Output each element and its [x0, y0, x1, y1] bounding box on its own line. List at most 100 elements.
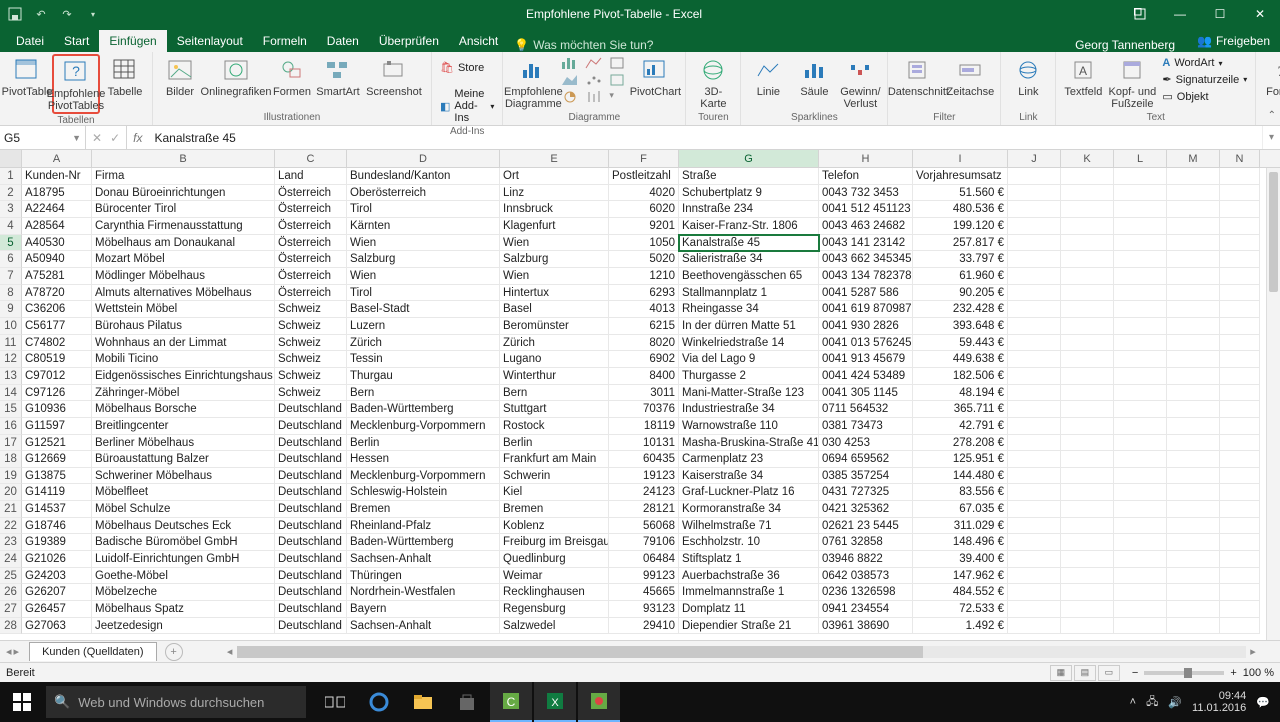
zoom-in-button[interactable]: +	[1230, 667, 1236, 679]
tab-seitenlayout[interactable]: Seitenlayout	[167, 30, 253, 52]
cell[interactable]: Mödlinger Möbelhaus	[92, 268, 275, 285]
cell[interactable]: A18795	[22, 185, 92, 202]
cell[interactable]	[1220, 301, 1260, 318]
collapse-ribbon-icon[interactable]: ⌃	[1268, 110, 1276, 121]
cell[interactable]	[1220, 385, 1260, 402]
row-header[interactable]: 11	[0, 335, 22, 352]
wordart-button[interactable]: AWordArt▾	[1160, 56, 1249, 70]
cell[interactable]: Schweiz	[275, 335, 347, 352]
sparkline-linie-button[interactable]: Linie	[747, 54, 789, 98]
chart-stock-icon[interactable]	[585, 90, 603, 104]
cell[interactable]	[1061, 235, 1114, 252]
cell[interactable]	[1167, 551, 1220, 568]
cell[interactable]	[1220, 618, 1260, 635]
cell[interactable]: 18119	[609, 418, 679, 435]
cell[interactable]: Thüringen	[347, 568, 500, 585]
cell[interactable]: G26207	[22, 584, 92, 601]
cell[interactable]	[1114, 218, 1167, 235]
column-header-N[interactable]: N	[1220, 150, 1260, 167]
cell[interactable]	[1220, 484, 1260, 501]
cell[interactable]	[1114, 285, 1167, 302]
cell[interactable]: Deutschland	[275, 501, 347, 518]
cell[interactable]: 0236 1326598	[819, 584, 913, 601]
clock[interactable]: 09:4411.01.2016	[1192, 690, 1246, 714]
row-header[interactable]: 24	[0, 551, 22, 568]
cell[interactable]: Rostock	[500, 418, 609, 435]
cell[interactable]	[1167, 268, 1220, 285]
cell[interactable]	[1114, 551, 1167, 568]
cell[interactable]: 67.035 €	[913, 501, 1008, 518]
cell[interactable]	[1008, 568, 1061, 585]
cell[interactable]: 0041 619 870987	[819, 301, 913, 318]
cell[interactable]	[1167, 168, 1220, 185]
cell[interactable]	[1220, 201, 1260, 218]
cell[interactable]: 311.029 €	[913, 518, 1008, 535]
cell[interactable]: Carynthia Firmenausstattung	[92, 218, 275, 235]
cell[interactable]: G19389	[22, 534, 92, 551]
cell[interactable]	[1008, 235, 1061, 252]
cell[interactable]	[1008, 468, 1061, 485]
cell[interactable]	[1114, 401, 1167, 418]
row-header[interactable]: 12	[0, 351, 22, 368]
name-box[interactable]: G5▼	[0, 126, 86, 149]
cell[interactable]	[1114, 435, 1167, 452]
cell[interactable]: 0431 727325	[819, 484, 913, 501]
cell[interactable]	[1061, 534, 1114, 551]
cell[interactable]	[1220, 351, 1260, 368]
cell[interactable]: Berliner Möbelhaus	[92, 435, 275, 452]
cell[interactable]	[1167, 185, 1220, 202]
cell[interactable]: Auerbachstraße 36	[679, 568, 819, 585]
cell[interactable]: 0421 325362	[819, 501, 913, 518]
zoom-out-button[interactable]: −	[1132, 667, 1138, 679]
empfohlene-pivottables-button[interactable]: ?Empfohlene PivotTables	[52, 54, 100, 114]
cell[interactable]: Deutschland	[275, 468, 347, 485]
taskview-icon[interactable]	[314, 682, 356, 722]
cell[interactable]: Winkelriedstraße 14	[679, 335, 819, 352]
column-header-K[interactable]: K	[1061, 150, 1114, 167]
row-header[interactable]: 5	[0, 235, 22, 252]
row-header[interactable]: 8	[0, 285, 22, 302]
empf-diagramme-button[interactable]: Empfohlene Diagramme	[509, 54, 557, 110]
cell[interactable]: Salzwedel	[500, 618, 609, 635]
cell[interactable]	[1061, 335, 1114, 352]
cell[interactable]: Goethe-Möbel	[92, 568, 275, 585]
cell[interactable]	[1008, 335, 1061, 352]
cell[interactable]: Deutschland	[275, 401, 347, 418]
cell[interactable]	[1167, 584, 1220, 601]
cell[interactable]: Postleitzahl	[609, 168, 679, 185]
cell[interactable]	[1008, 551, 1061, 568]
cell[interactable]: 1050	[609, 235, 679, 252]
cell[interactable]: 0043 134 782378	[819, 268, 913, 285]
cell[interactable]: Stallmannplatz 1	[679, 285, 819, 302]
cell[interactable]: Telefon	[819, 168, 913, 185]
cell[interactable]	[1167, 468, 1220, 485]
cell[interactable]	[1061, 584, 1114, 601]
cell[interactable]: 5020	[609, 251, 679, 268]
cell[interactable]	[1008, 484, 1061, 501]
cell[interactable]: Recklinghausen	[500, 584, 609, 601]
cell[interactable]	[1114, 235, 1167, 252]
cell[interactable]	[1114, 501, 1167, 518]
cell[interactable]: Linz	[500, 185, 609, 202]
cell[interactable]	[1114, 385, 1167, 402]
objekt-button[interactable]: ▭Objekt	[1160, 89, 1249, 104]
cell[interactable]: Thurgau	[347, 368, 500, 385]
cell[interactable]	[1114, 601, 1167, 618]
cell[interactable]: Berlin	[500, 435, 609, 452]
cell[interactable]	[1220, 368, 1260, 385]
cell[interactable]: Möbel Schulze	[92, 501, 275, 518]
column-header-D[interactable]: D	[347, 150, 500, 167]
cell[interactable]	[1167, 568, 1220, 585]
cell[interactable]	[1220, 268, 1260, 285]
cell[interactable]	[1220, 534, 1260, 551]
formen-button[interactable]: Formen	[271, 54, 313, 98]
cell[interactable]: G14537	[22, 501, 92, 518]
cell[interactable]: Kunden-Nr	[22, 168, 92, 185]
cell[interactable]: Bern	[500, 385, 609, 402]
cell[interactable]	[1167, 385, 1220, 402]
cell[interactable]: 0761 32858	[819, 534, 913, 551]
cell[interactable]: 148.496 €	[913, 534, 1008, 551]
cell[interactable]: C56177	[22, 318, 92, 335]
screenshot-button[interactable]: Screenshot	[363, 54, 425, 98]
cell[interactable]: Österreich	[275, 268, 347, 285]
